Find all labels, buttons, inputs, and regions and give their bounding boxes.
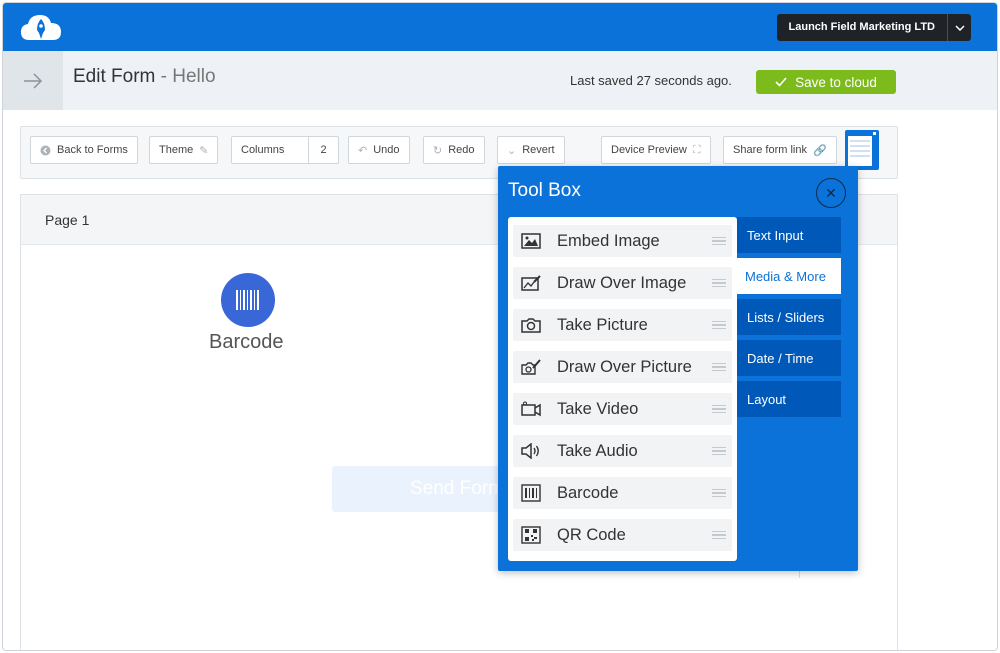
columns-selector[interactable]: Columns 2 <box>231 136 339 164</box>
undo-icon: ↶ <box>358 144 368 157</box>
tool-item-label: Take Picture <box>557 315 648 334</box>
device-preview-label: Device Preview <box>611 144 687 156</box>
theme-button[interactable]: Theme ✎ <box>149 136 219 164</box>
drag-handle-icon[interactable] <box>712 446 726 456</box>
qrcode-icon <box>519 525 543 545</box>
tool-item-label: Draw Over Picture <box>557 357 692 376</box>
device-preview-button[interactable]: Device Preview ⛶ <box>601 136 711 164</box>
title-separator: - <box>155 66 173 87</box>
toolbox-item-list: Embed Image Draw Over Image Take Picture <box>508 217 737 561</box>
tool-item-label: QR Code <box>557 525 626 544</box>
tool-item-label: Take Video <box>557 399 639 418</box>
speaker-icon <box>519 441 543 461</box>
tool-item-take-video[interactable]: Take Video <box>513 393 732 425</box>
share-form-link-button[interactable]: Share form link 🔗 <box>723 136 837 164</box>
columns-value[interactable]: 2 <box>308 137 338 163</box>
chevron-down-icon[interactable] <box>947 14 971 41</box>
back-circle-icon <box>40 145 51 155</box>
page-title-text: Edit Form <box>73 66 156 87</box>
tab-date-time[interactable]: Date / Time <box>737 340 841 376</box>
forward-arrow-icon[interactable] <box>3 51 63 110</box>
tool-item-embed-image[interactable]: Embed Image <box>513 225 732 257</box>
save-button-label: Save to cloud <box>795 74 877 90</box>
theme-label: Theme <box>159 144 194 156</box>
tool-item-label: Draw Over Image <box>557 273 687 292</box>
tool-item-draw-over-image[interactable]: Draw Over Image <box>513 267 732 299</box>
video-icon <box>519 399 543 419</box>
revert-button[interactable]: ⌄ Revert <box>497 136 565 164</box>
tab-media-and-more[interactable]: Media & More <box>735 258 841 294</box>
drag-handle-icon[interactable] <box>712 320 726 330</box>
cloud-rocket-logo-icon[interactable] <box>19 10 63 46</box>
drag-handle-icon[interactable] <box>712 236 726 246</box>
redo-icon: ↻ <box>433 144 443 157</box>
account-switcher[interactable]: Launch Field Marketing LTD <box>776 14 971 41</box>
draw-picture-icon <box>519 357 543 377</box>
app-window: Launch Field Marketing LTD Edit Form - H… <box>2 2 998 651</box>
page-header: Edit Form - Hello Last saved 27 seconds … <box>3 51 997 110</box>
tab-text-input[interactable]: Text Input <box>737 217 841 253</box>
save-to-cloud-button[interactable]: Save to cloud <box>756 70 896 94</box>
tool-item-draw-over-picture[interactable]: Draw Over Picture <box>513 351 732 383</box>
account-name: Launch Field Marketing LTD <box>788 21 935 33</box>
columns-label: Columns <box>241 144 285 156</box>
last-saved-status: Last saved 27 seconds ago. <box>570 73 732 88</box>
drag-handle-icon[interactable] <box>712 362 726 372</box>
chevron-down-icon: ⌄ <box>507 144 517 157</box>
form-name: Hello <box>172 66 216 87</box>
toolbox-title: Tool Box <box>508 180 581 201</box>
tab-lists-sliders[interactable]: Lists / Sliders <box>737 299 841 335</box>
undo-label: Undo <box>373 144 400 156</box>
barcode-field[interactable] <box>221 273 275 327</box>
expand-icon: ⛶ <box>692 143 701 156</box>
back-to-forms-label: Back to Forms <box>57 144 128 156</box>
brush-icon: ✎ <box>199 144 209 157</box>
checkmark-icon <box>775 77 787 87</box>
tool-item-label: Take Audio <box>557 441 638 460</box>
tool-item-label: Barcode <box>557 483 619 502</box>
draw-image-icon <box>519 273 543 293</box>
camera-icon <box>519 315 543 335</box>
tool-item-take-picture[interactable]: Take Picture <box>513 309 732 341</box>
undo-button[interactable]: ↶ Undo <box>348 136 410 164</box>
back-to-forms-button[interactable]: Back to Forms <box>30 136 138 164</box>
top-bar: Launch Field Marketing LTD <box>3 3 997 51</box>
link-icon: 🔗 <box>812 144 827 157</box>
barcode-field-label: Barcode <box>209 331 284 353</box>
toolbox-panel: Tool Box ✕ Embed Image Draw Over Image T… <box>498 166 858 571</box>
share-label: Share form link <box>733 144 807 156</box>
barcode-icon <box>519 483 543 503</box>
barcode-icon <box>236 290 259 310</box>
tool-item-barcode[interactable]: Barcode <box>513 477 732 509</box>
layout-thumbnail[interactable] <box>845 130 879 170</box>
tool-item-label: Embed Image <box>557 231 660 250</box>
page-label: Page 1 <box>45 212 90 228</box>
drag-handle-icon[interactable] <box>712 404 726 414</box>
tool-item-take-audio[interactable]: Take Audio <box>513 435 732 467</box>
drag-handle-icon[interactable] <box>712 278 726 288</box>
tab-layout[interactable]: Layout <box>737 381 841 417</box>
image-icon <box>519 231 543 251</box>
close-icon[interactable]: ✕ <box>816 178 846 208</box>
tool-item-qr-code[interactable]: QR Code <box>513 519 732 551</box>
toolbox-category-tabs: Text Input Media & More Lists / Sliders … <box>735 217 841 422</box>
drag-handle-icon[interactable] <box>712 530 726 540</box>
redo-button[interactable]: ↻ Redo <box>423 136 485 164</box>
page-title: Edit Form - Hello <box>73 66 216 88</box>
drag-handle-icon[interactable] <box>712 488 726 498</box>
redo-label: Redo <box>448 144 475 156</box>
revert-label: Revert <box>522 144 555 156</box>
